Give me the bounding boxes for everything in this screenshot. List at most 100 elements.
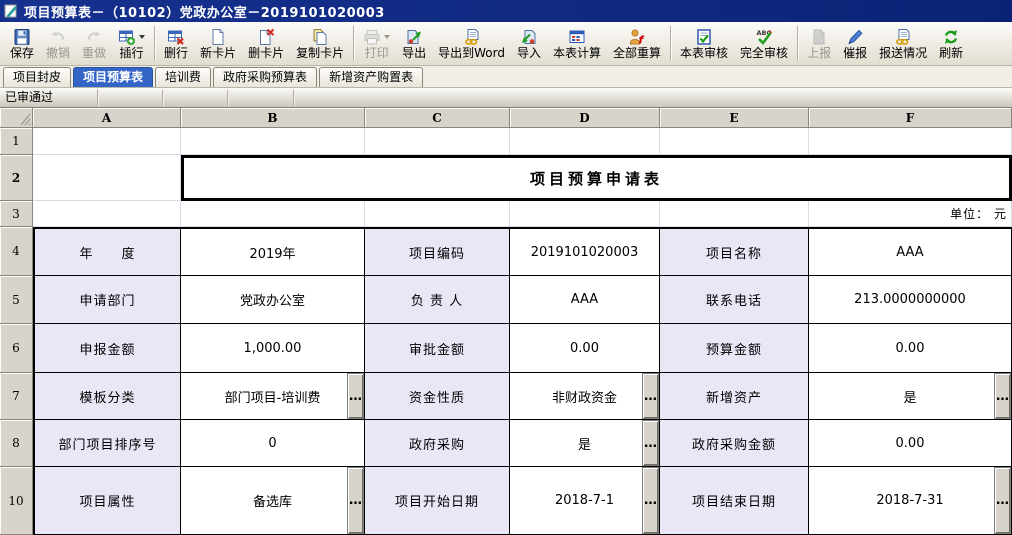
ellipsis-picker-button[interactable]: …	[994, 467, 1011, 534]
cell-E5[interactable]: 联系电话	[660, 276, 809, 324]
row-header-5[interactable]: 5	[0, 276, 33, 324]
cell-E4[interactable]: 项目名称	[660, 227, 809, 276]
tab-bar: 项目封皮项目预算表培训费政府采购预算表新增资产购置表	[0, 66, 1012, 88]
cell-C10[interactable]: 项目开始日期	[365, 467, 510, 535]
send-status-button[interactable]: 报送情况	[873, 26, 933, 62]
ellipsis-picker-button[interactable]: …	[642, 467, 659, 534]
field-label: 资金性质	[409, 387, 465, 406]
tab-training-fee[interactable]: 培训费	[155, 67, 211, 87]
tab-new-asset-purchase[interactable]: 新增资产购置表	[319, 67, 423, 87]
column-header-A[interactable]: A	[33, 108, 181, 128]
column-header-C[interactable]: C	[365, 108, 510, 128]
urge-button[interactable]: 催报	[837, 26, 873, 62]
field-label: 部门项目排序号	[58, 434, 156, 453]
cell-C4[interactable]: 项目编码	[365, 227, 510, 276]
cell-A10[interactable]: 项目属性	[33, 467, 181, 535]
column-header-F[interactable]: F	[809, 108, 1012, 128]
cell-E10[interactable]: 项目结束日期	[660, 467, 809, 535]
row-header-6[interactable]: 6	[0, 324, 33, 373]
export-word-icon	[463, 28, 481, 46]
ellipsis-picker-button[interactable]: …	[642, 420, 659, 466]
cell-B4[interactable]: 2019年	[181, 227, 365, 276]
save-button[interactable]: 保存	[4, 26, 40, 62]
cell-C7[interactable]: 资金性质	[365, 373, 510, 420]
status-separator	[162, 90, 163, 106]
title-bar: 项目预算表－（10102）党政办公室－2019101020003	[0, 0, 1012, 22]
dropdown-arrow-icon[interactable]	[139, 35, 145, 39]
ellipsis-picker-button[interactable]: …	[642, 373, 659, 419]
select-all-corner[interactable]	[0, 108, 33, 128]
cell-F5[interactable]: 213.0000000000	[809, 276, 1012, 324]
column-header-D[interactable]: D	[510, 108, 660, 128]
cell-B8[interactable]: 0	[181, 420, 365, 467]
cell-E6[interactable]: 预算金额	[660, 324, 809, 373]
tab-project-budget[interactable]: 项目预算表	[73, 67, 153, 87]
copy-card-icon	[311, 28, 329, 46]
field-value: 党政办公室	[240, 290, 305, 309]
cell-C5[interactable]: 负 责 人	[365, 276, 510, 324]
copy-card-button[interactable]: 复制卡片	[290, 26, 350, 62]
row-header-4[interactable]: 4	[0, 227, 33, 276]
insert-row-button[interactable]: 插行	[112, 26, 151, 62]
insert-row-icon	[118, 28, 136, 46]
field-label: 政府采购金额	[692, 434, 776, 453]
cell-F6[interactable]: 0.00	[809, 324, 1012, 373]
row-header-2[interactable]: 2	[0, 155, 33, 201]
row-header-3[interactable]: 3	[0, 201, 33, 227]
cell-A5[interactable]: 申请部门	[33, 276, 181, 324]
cell-F10[interactable]: 2018-7-31…	[809, 467, 1012, 535]
cell-F8[interactable]: 0.00	[809, 420, 1012, 467]
redo-icon	[85, 28, 103, 46]
row-header-1[interactable]: 1	[0, 128, 33, 155]
toolbar-separator	[670, 26, 671, 61]
cell-E7[interactable]: 新增资产	[660, 373, 809, 420]
export-word-button[interactable]: 导出到Word	[432, 26, 511, 62]
delete-card-button[interactable]: 删卡片	[242, 26, 290, 62]
cell-D8[interactable]: 是…	[510, 420, 660, 467]
tab-project-cover[interactable]: 项目封皮	[3, 67, 71, 87]
calc-table-button[interactable]: 本表计算	[547, 26, 607, 62]
cell-D7[interactable]: 非财政资金…	[510, 373, 660, 420]
delete-row-button[interactable]: 删行	[158, 26, 194, 62]
row-header-7[interactable]: 7	[0, 373, 33, 420]
audit-table-button[interactable]: 本表审核	[674, 26, 734, 62]
cell-D10[interactable]: 2018-7-1…	[510, 467, 660, 535]
row-header-10[interactable]: 10	[0, 467, 33, 535]
cell-A7[interactable]: 模板分类	[33, 373, 181, 420]
cell-F7[interactable]: 是…	[809, 373, 1012, 420]
ellipsis-picker-button[interactable]: …	[994, 373, 1011, 419]
field-value: AAA	[571, 292, 598, 307]
export-button[interactable]: 导出	[396, 26, 432, 62]
ellipsis-picker-button[interactable]: …	[347, 467, 364, 534]
print-button: 打印	[357, 26, 396, 62]
cell-A6[interactable]: 申报金额	[33, 324, 181, 373]
recalc-all-button[interactable]: f全部重算	[607, 26, 667, 62]
cell-B7[interactable]: 部门项目-培训费…	[181, 373, 365, 420]
column-header-B[interactable]: B	[181, 108, 365, 128]
column-header-E[interactable]: E	[660, 108, 809, 128]
audit-full-button[interactable]: ABC完全审核	[734, 26, 794, 62]
row-header-8[interactable]: 8	[0, 420, 33, 467]
new-card-button[interactable]: 新卡片	[194, 26, 242, 62]
cell-A8[interactable]: 部门项目排序号	[33, 420, 181, 467]
cell-F4[interactable]: AAA	[809, 227, 1012, 276]
cell-D6[interactable]: 0.00	[510, 324, 660, 373]
toolbar-button-label: 插行	[120, 47, 144, 60]
cell-E8[interactable]: 政府采购金额	[660, 420, 809, 467]
cell-B5[interactable]: 党政办公室	[181, 276, 365, 324]
import-button[interactable]: 导入	[511, 26, 547, 62]
tab-gov-procurement-budget[interactable]: 政府采购预算表	[213, 67, 317, 87]
cell-C8[interactable]: 政府采购	[365, 420, 510, 467]
field-label: 审批金额	[409, 339, 465, 358]
cell-B10[interactable]: 备选库…	[181, 467, 365, 535]
field-label: 政府采购	[409, 434, 465, 453]
calc-table-icon	[568, 28, 586, 46]
cell-A4[interactable]: 年 度	[33, 227, 181, 276]
cell-D5[interactable]: AAA	[510, 276, 660, 324]
cell-C6[interactable]: 审批金额	[365, 324, 510, 373]
ellipsis-picker-button[interactable]: …	[347, 373, 364, 419]
cell-D4[interactable]: 2019101020003	[510, 227, 660, 276]
form-title-cell[interactable]: 项目预算申请表	[181, 155, 1012, 201]
refresh-button[interactable]: 刷新	[933, 26, 969, 62]
cell-B6[interactable]: 1,000.00	[181, 324, 365, 373]
